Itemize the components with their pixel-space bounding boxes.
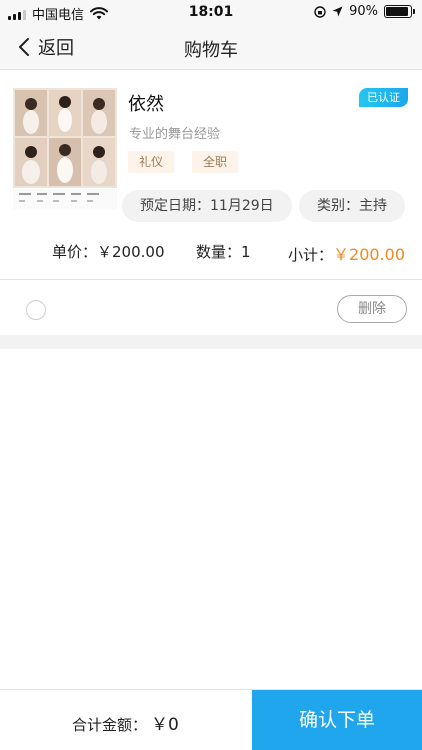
total-value: ￥0 (151, 715, 179, 735)
photo-caption-strip (13, 189, 117, 209)
status-right: 90% (314, 4, 415, 19)
tag-etiquette: 礼仪 (128, 151, 175, 173)
confirm-order-button[interactable]: 确认下单 (252, 690, 422, 750)
cart-item: 依然 已认证 专业的舞台经验 礼仪 全职 预定日期：11月29日 类别：主持 单… (0, 71, 422, 335)
quantity-label: 数量： (196, 243, 242, 261)
status-bar: 中国电信 18:01 90% (0, 0, 422, 24)
unit-price-value: ￥200.00 (97, 243, 165, 261)
caption-lines (19, 193, 99, 202)
verified-badge: 已认证 (359, 88, 408, 107)
checkout-bar: 合计金额： ￥0 确认下单 (0, 689, 422, 750)
quantity: 数量：1 (196, 241, 251, 262)
tag-fulltime: 全职 (192, 151, 239, 173)
photo-collage (13, 88, 117, 188)
battery-percent: 90% (349, 4, 378, 19)
subtotal: 小计：￥200.00 (288, 241, 405, 265)
section-separator (0, 335, 422, 349)
booking-date-pill: 预定日期：11月29日 (122, 190, 292, 222)
orientation-lock-icon (314, 5, 326, 18)
delete-button[interactable]: 删除 (337, 295, 407, 323)
location-arrow-icon (332, 6, 343, 17)
divider (0, 279, 422, 280)
select-item-checkbox[interactable] (26, 300, 46, 320)
performer-description: 专业的舞台经验 (129, 127, 221, 142)
subtotal-label: 小计： (288, 246, 334, 264)
quantity-value: 1 (241, 243, 251, 261)
total-label: 合计金额： (72, 716, 148, 734)
performer-name[interactable]: 依然 (128, 90, 164, 116)
unit-price: 单价：￥200.00 (52, 241, 165, 262)
subtotal-value: ￥200.00 (333, 245, 406, 264)
battery-icon (384, 5, 415, 18)
page-title: 购物车 (184, 40, 238, 61)
unit-price-label: 单价： (52, 243, 98, 261)
price-row: 单价：￥200.00 数量：1 小计：￥200.00 (0, 241, 422, 265)
category-pill: 类别：主持 (299, 190, 405, 222)
total-amount: 合计金额： ￥0 (72, 710, 179, 735)
nav-bar: 返回 购物车 (0, 24, 422, 70)
performer-photo[interactable] (13, 88, 117, 188)
